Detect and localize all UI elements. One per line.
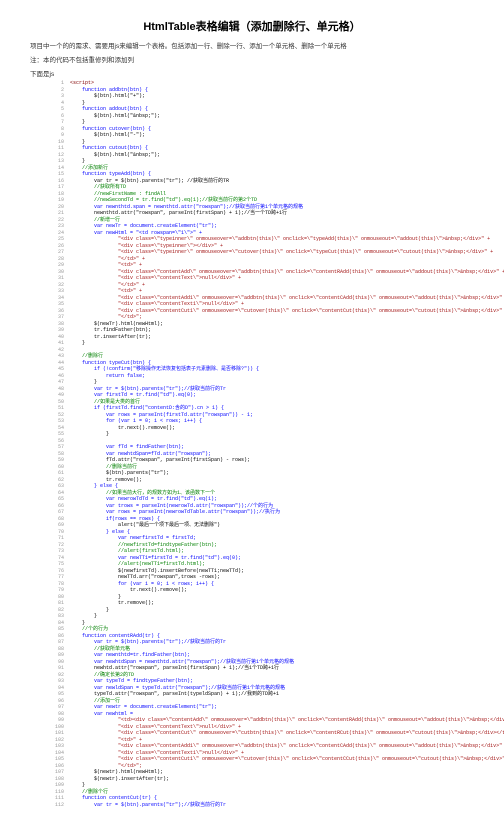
- note: 注：本的代码不包括重修列和添加列: [30, 54, 474, 64]
- code-label: 下面是js: [30, 68, 474, 78]
- description: 项目中一个的的需求、需要用js来编辑一个表格。包括添加一行、删除一行、添加一个单…: [30, 40, 474, 50]
- code-line: 112 var tr = $(btn).parents("tr");//获取当前…: [50, 802, 474, 809]
- page-title: HtmlTable表格编辑（添加删除行、单元格）: [30, 18, 474, 34]
- code-block: 1<script>2 function addbtn(btn) {3 $(btn…: [30, 80, 474, 808]
